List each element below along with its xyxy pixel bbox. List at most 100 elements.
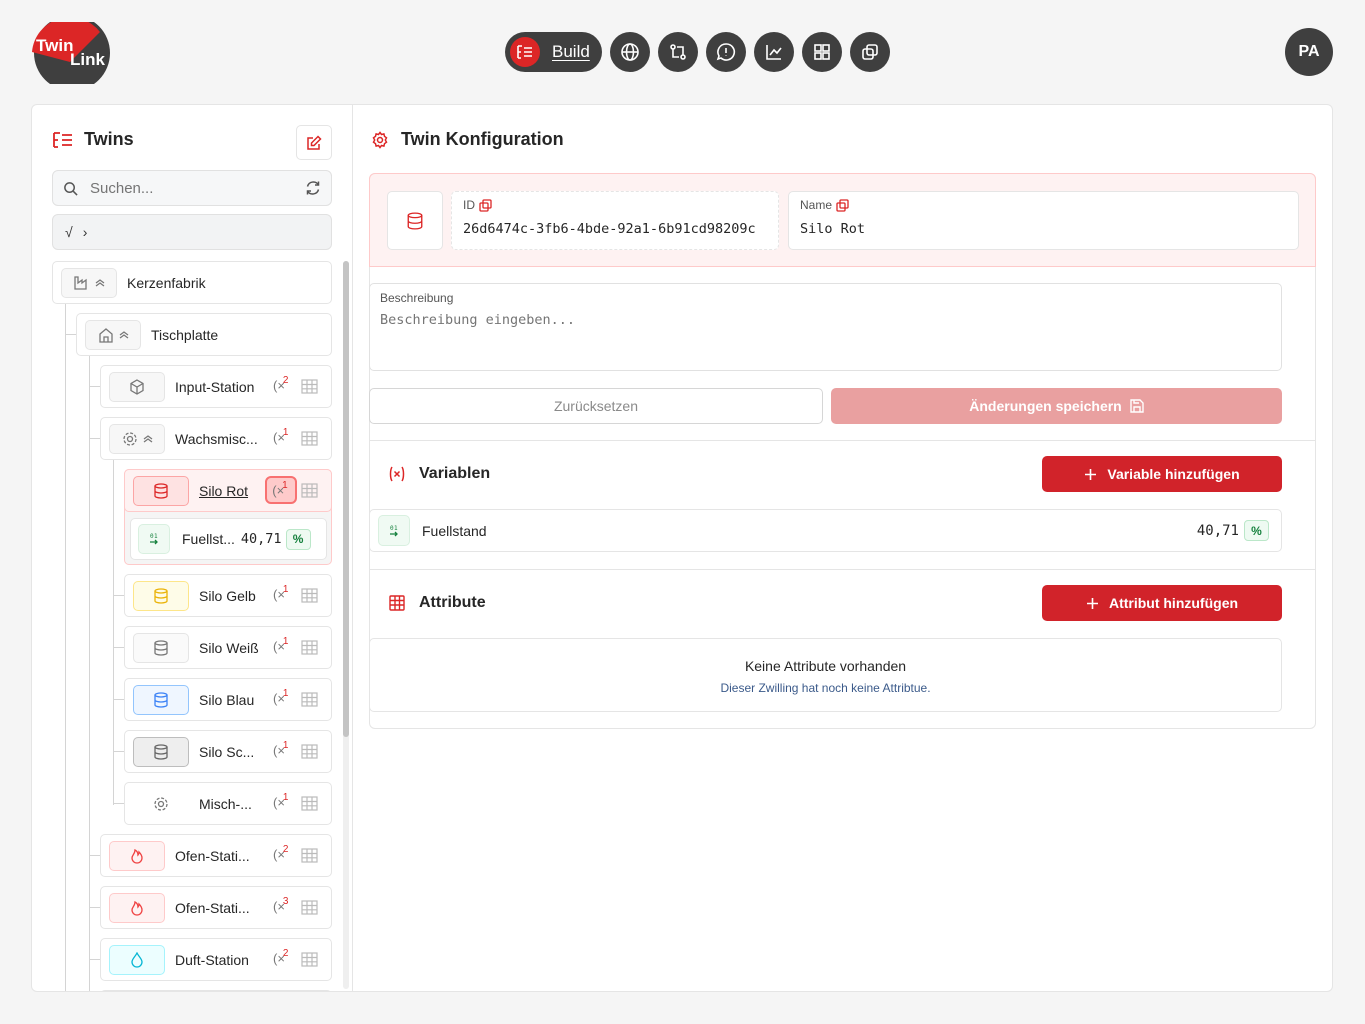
table-icon[interactable] bbox=[301, 952, 318, 967]
dashboard-icon[interactable] bbox=[802, 32, 842, 72]
search-box[interactable] bbox=[52, 170, 332, 206]
tree-node-ofen-station-1[interactable]: Ofen-Stati... (× 2 bbox=[100, 834, 332, 877]
tree-node-silo-weiss[interactable]: Silo Weiß (× 1 bbox=[124, 626, 332, 669]
tree-line bbox=[65, 304, 66, 991]
identity-row: ID 26d6474c-3fb6-4bde-92a1-6b91cd98209c … bbox=[369, 173, 1316, 267]
table-icon[interactable] bbox=[301, 640, 318, 655]
table-icon[interactable] bbox=[301, 744, 318, 759]
tree-node-ofen-station-2[interactable]: Ofen-Stati... (× 3 bbox=[100, 886, 332, 929]
variable-badge[interactable]: (× 2 bbox=[273, 844, 290, 862]
copy-icon[interactable] bbox=[836, 198, 849, 212]
twins-title: Twins bbox=[84, 129, 134, 149]
edit-icon bbox=[307, 134, 322, 150]
variable-row-fuellstand[interactable]: 01 Fuellstand 40,71 % bbox=[369, 509, 1282, 552]
edit-button[interactable] bbox=[296, 125, 332, 160]
twinlink-logo[interactable]: Twin Link bbox=[30, 15, 112, 91]
tree-node-silo-blau[interactable]: Silo Blau (× 1 bbox=[124, 678, 332, 721]
save-icon bbox=[1130, 399, 1144, 413]
table-icon[interactable] bbox=[301, 483, 318, 498]
scrollbar-thumb[interactable] bbox=[343, 261, 349, 737]
variable-badge[interactable]: (× 2 bbox=[273, 375, 290, 393]
logo-text-link: Link bbox=[70, 50, 105, 69]
description-field[interactable]: Beschreibung bbox=[369, 283, 1282, 371]
variable-icon: 01 bbox=[138, 524, 170, 554]
add-attribute-label: Attribut hinzufügen bbox=[1108, 595, 1239, 611]
variable-badge[interactable]: (× 1 bbox=[273, 584, 290, 602]
unit-badge: % bbox=[1244, 520, 1269, 541]
name-field[interactable]: Name Silo Rot bbox=[788, 191, 1299, 250]
tree-node-kerzenfabrik[interactable]: Kerzenfabrik bbox=[52, 261, 332, 304]
reset-button[interactable]: Zurücksetzen bbox=[369, 388, 823, 424]
tree-node-misch[interactable]: Misch-... (× 1 bbox=[124, 782, 332, 825]
tree-node-silo-rot[interactable]: Silo Rot (× 1 bbox=[124, 469, 332, 512]
chart-icon[interactable] bbox=[754, 32, 794, 72]
tree-node-silo-gelb[interactable]: Silo Gelb (× 1 bbox=[124, 574, 332, 617]
home-icon bbox=[85, 319, 141, 350]
save-button-label: Änderungen speichern bbox=[969, 398, 1122, 414]
variable-badge-active[interactable]: (× 1 bbox=[265, 476, 297, 504]
tree-node-label: Silo Blau bbox=[199, 691, 255, 708]
table-icon[interactable] bbox=[301, 900, 318, 915]
variable-badge[interactable]: (× 1 bbox=[273, 792, 290, 810]
refresh-icon[interactable] bbox=[305, 180, 321, 196]
variable-badge[interactable]: (× 1 bbox=[273, 740, 290, 758]
tree-node-tischplatte[interactable]: Tischplatte bbox=[76, 313, 332, 356]
table-icon[interactable] bbox=[301, 796, 318, 811]
database-icon bbox=[133, 736, 189, 767]
variable-badge[interactable]: (× 3 bbox=[273, 896, 290, 914]
copy-icon[interactable] bbox=[479, 198, 492, 212]
id-label: ID bbox=[463, 198, 475, 212]
variable-badge[interactable]: (× 1 bbox=[273, 688, 290, 706]
tree-node-silo-sc[interactable]: Silo Sc... (× 1 bbox=[124, 730, 332, 773]
table-icon[interactable] bbox=[301, 431, 318, 446]
tree-node-input-station[interactable]: Input-Station (× 2 bbox=[100, 365, 332, 408]
nav-build-button[interactable]: Build bbox=[505, 32, 602, 72]
attributes-empty-state: Keine Attribute vorhanden Dieser Zwillin… bbox=[369, 638, 1282, 712]
variable-badge[interactable]: (× 2 bbox=[273, 948, 290, 966]
table-icon[interactable] bbox=[301, 588, 318, 603]
globe-icon[interactable] bbox=[610, 32, 650, 72]
logo-text-twin: Twin bbox=[36, 36, 74, 55]
description-input[interactable] bbox=[380, 312, 1271, 356]
divider bbox=[369, 569, 1316, 570]
copy-icon[interactable] bbox=[850, 32, 890, 72]
variable-name: Fuellstand bbox=[422, 522, 487, 539]
tree-line bbox=[89, 355, 90, 991]
empty-title: Keine Attribute vorhanden bbox=[744, 658, 907, 674]
chat-icon[interactable] bbox=[706, 32, 746, 72]
tree-node-partial[interactable] bbox=[100, 990, 332, 991]
tree-variable-label: Fuellst... bbox=[182, 531, 235, 547]
unit-badge: % bbox=[285, 528, 311, 550]
variable-badge[interactable]: (× 1 bbox=[273, 427, 290, 445]
add-attribute-button[interactable]: Attribut hinzufügen bbox=[1042, 585, 1282, 621]
factory-icon bbox=[61, 267, 117, 298]
nav-build-label: Build bbox=[552, 42, 590, 61]
flame-icon bbox=[109, 892, 165, 923]
table-icon[interactable] bbox=[301, 848, 318, 863]
search-input[interactable] bbox=[90, 179, 293, 197]
box-icon bbox=[109, 371, 165, 402]
tree-node-label: Wachsmisc... bbox=[175, 430, 258, 447]
add-variable-button[interactable]: Variable hinzufügen bbox=[1042, 456, 1282, 492]
tree-node-label: Silo Sc... bbox=[199, 743, 255, 760]
variable-badge[interactable]: (× 1 bbox=[273, 636, 290, 654]
svg-text:1: 1 bbox=[154, 533, 158, 540]
tree-node-duft-station[interactable]: Duft-Station (× 2 bbox=[100, 938, 332, 981]
gear-icon bbox=[133, 788, 189, 819]
name-value[interactable]: Silo Rot bbox=[800, 221, 1287, 237]
table-icon[interactable] bbox=[301, 379, 318, 394]
table-icon[interactable] bbox=[301, 692, 318, 707]
user-avatar[interactable]: PA bbox=[1285, 28, 1333, 76]
plus-icon bbox=[1086, 597, 1098, 609]
formula-filter[interactable]: √ › bbox=[52, 214, 332, 250]
variable-icon: 01 bbox=[378, 515, 410, 546]
tree-node-wachsmisch[interactable]: Wachsmisc... (× 1 bbox=[100, 417, 332, 460]
tree-variable-fuellstand[interactable]: 01 Fuellst... 40,71 % bbox=[130, 518, 327, 560]
tree-node-label: Silo Gelb bbox=[199, 587, 256, 604]
git-compare-icon[interactable] bbox=[658, 32, 698, 72]
twins-header: Twins bbox=[52, 129, 134, 150]
divider bbox=[369, 440, 1316, 441]
save-button[interactable]: Änderungen speichern bbox=[831, 388, 1282, 424]
sqrt-icon: √ bbox=[65, 224, 73, 240]
database-icon bbox=[387, 191, 443, 250]
